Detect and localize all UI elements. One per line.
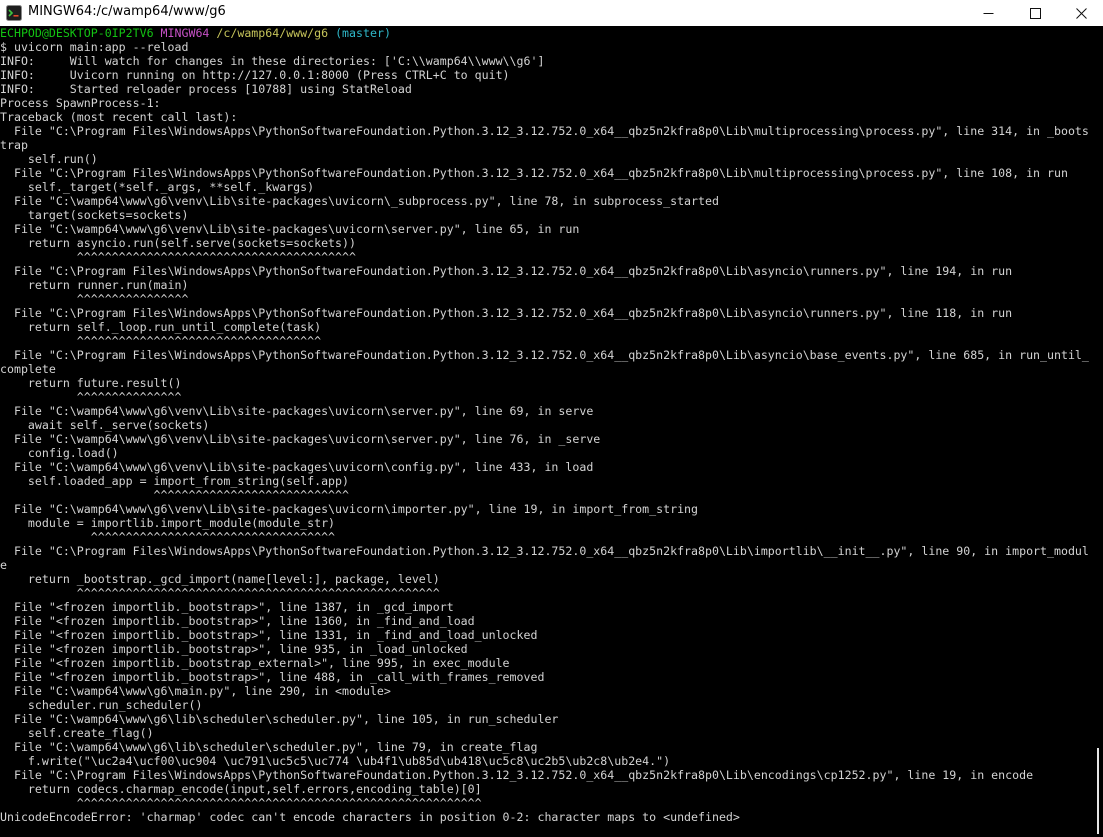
terminal-line: File "C:\Program Files\WindowsApps\Pytho… bbox=[0, 264, 1013, 278]
terminal-line: Traceback (most recent call last): bbox=[0, 110, 238, 124]
terminal-line: module = importlib.import_module(module_… bbox=[0, 516, 336, 530]
terminal-line: ^^^^^^^^^^^^^^^^ bbox=[0, 292, 189, 306]
terminal-line: File "<frozen importlib._bootstrap>", li… bbox=[0, 670, 545, 684]
terminal-line: File "C:\wamp64\www\g6\venv\Lib\site-pac… bbox=[0, 432, 601, 446]
terminal-line: ^^^^^^^^^^^^^^^^^^^^^^^^^^^^^^^^^^^ bbox=[0, 334, 322, 348]
terminal-line: target(sockets=sockets) bbox=[0, 208, 189, 222]
terminal-line: return _bootstrap._gcd_import(name[level… bbox=[0, 572, 440, 586]
terminal-line: $ uvicorn main:app --reload bbox=[0, 40, 189, 54]
terminal-line: File "C:\wamp64\www\g6\venv\Lib\site-pac… bbox=[0, 222, 580, 236]
prompt-path: /c/wamp64/www/g6 bbox=[216, 26, 329, 40]
close-icon bbox=[1075, 7, 1087, 19]
terminal-line: INFO: Will watch for changes in these di… bbox=[0, 54, 545, 68]
terminal-line: UnicodeEncodeError: 'charmap' codec can'… bbox=[0, 810, 740, 824]
terminal-line: File "<frozen importlib._bootstrap>", li… bbox=[0, 600, 454, 614]
terminal-line: File "<frozen importlib._bootstrap>", li… bbox=[0, 614, 475, 628]
prompt-line: ECHPOD@DESKTOP-0IP2TV6 MINGW64 /c/wamp64… bbox=[0, 26, 391, 40]
terminal-line: File "C:\Program Files\WindowsApps\Pytho… bbox=[0, 768, 1034, 782]
terminal-line: File "C:\wamp64\www\g6\lib\scheduler\sch… bbox=[0, 740, 538, 754]
scrollbar-thumb[interactable] bbox=[1097, 748, 1099, 834]
terminal-line: ^^^^^^^^^^^^^^^^^^^^^^^^^^^^ bbox=[0, 488, 350, 502]
terminal-line: File "C:\Program Files\WindowsApps\Pytho… bbox=[0, 166, 1068, 180]
minimize-icon bbox=[983, 12, 993, 14]
terminal-line: f.write("\uc2a4\ucf00\uc904 \uc791\uc5c5… bbox=[0, 754, 671, 768]
vertical-scrollbar[interactable] bbox=[1094, 26, 1103, 837]
terminal-line: File "C:\Program Files\WindowsApps\Pytho… bbox=[0, 124, 1089, 138]
maximize-button[interactable] bbox=[1012, 0, 1058, 26]
terminal-line: INFO: Uvicorn running on http://127.0.0.… bbox=[0, 68, 510, 82]
title-bar[interactable]: MINGW64:/c/wamp64/www/g6 bbox=[0, 0, 1103, 26]
terminal-line: return asyncio.run(self.serve(sockets=so… bbox=[0, 236, 356, 250]
terminal-line: await self._serve(sockets) bbox=[0, 418, 210, 432]
terminal-line: return codecs.charmap_encode(input,self.… bbox=[0, 782, 482, 796]
terminal-line: File "C:\Program Files\WindowsApps\Pytho… bbox=[0, 348, 1089, 362]
terminal-line: File "C:\wamp64\www\g6\main.py", line 29… bbox=[0, 684, 391, 698]
terminal-line: scheduler.run_scheduler() bbox=[0, 698, 203, 712]
git-bash-icon bbox=[6, 5, 22, 21]
terminal-line: File "<frozen importlib._bootstrap_exter… bbox=[0, 656, 510, 670]
window-title: MINGW64:/c/wamp64/www/g6 bbox=[28, 4, 226, 19]
minimize-button[interactable] bbox=[965, 0, 1011, 26]
terminal-line: self._target(*self._args, **self._kwargs… bbox=[0, 180, 315, 194]
terminal-line: return future.result() bbox=[0, 376, 182, 390]
maximize-icon bbox=[1029, 7, 1041, 19]
terminal-line: ^^^^^^^^^^^^^^^^^^^^^^^^^^^^^^^^^^^^^^^^… bbox=[0, 796, 482, 810]
terminal-line: File "<frozen importlib._bootstrap>", li… bbox=[0, 642, 468, 656]
close-button[interactable] bbox=[1058, 0, 1103, 26]
terminal-line: self.create_flag() bbox=[0, 726, 154, 740]
terminal-line: File "C:\wamp64\www\g6\lib\scheduler\sch… bbox=[0, 712, 559, 726]
terminal-line: ^^^^^^^^^^^^^^^^^^^^^^^^^^^^^^^^^^^ bbox=[0, 530, 336, 544]
terminal-line: File "C:\wamp64\www\g6\venv\Lib\site-pac… bbox=[0, 404, 594, 418]
prompt-user-host: ECHPOD@DESKTOP-0IP2TV6 bbox=[0, 26, 154, 40]
terminal-line: File "C:\wamp64\www\g6\venv\Lib\site-pac… bbox=[0, 194, 719, 208]
terminal-line: ^^^^^^^^^^^^^^^^^^^^^^^^^^^^^^^^^^^^^^^^… bbox=[0, 586, 440, 600]
prompt-shell: MINGW64 bbox=[160, 26, 210, 40]
terminal-line: File "C:\Program Files\WindowsApps\Pytho… bbox=[0, 306, 1013, 320]
terminal-line: Process SpawnProcess-1: bbox=[0, 96, 161, 110]
terminal-line: File "C:\wamp64\www\g6\venv\Lib\site-pac… bbox=[0, 502, 699, 516]
terminal-output[interactable]: ECHPOD@DESKTOP-0IP2TV6 MINGW64 /c/wamp64… bbox=[0, 26, 1092, 837]
terminal-line: config.load() bbox=[0, 446, 119, 460]
terminal-line: return runner.run(main) bbox=[0, 278, 189, 292]
prompt-branch: (master) bbox=[335, 26, 391, 40]
terminal-line: trap bbox=[0, 138, 28, 152]
terminal-line: complete bbox=[0, 362, 56, 376]
terminal-line: ^^^^^^^^^^^^^^^^^^^^^^^^^^^^^^^^^^^^^^^^ bbox=[0, 250, 356, 264]
terminal-line: INFO: Started reloader process [10788] u… bbox=[0, 82, 412, 96]
terminal-line: e bbox=[0, 558, 7, 572]
terminal-line: self.loaded_app = import_from_string(sel… bbox=[0, 474, 350, 488]
terminal-line: File "C:\Program Files\WindowsApps\Pytho… bbox=[0, 544, 1089, 558]
terminal-line: return self._loop.run_until_complete(tas… bbox=[0, 320, 322, 334]
terminal-line: self.run() bbox=[0, 152, 98, 166]
terminal-line: File "<frozen importlib._bootstrap>", li… bbox=[0, 628, 538, 642]
terminal-line: File "C:\wamp64\www\g6\venv\Lib\site-pac… bbox=[0, 460, 594, 474]
terminal-line: ^^^^^^^^^^^^^^^ bbox=[0, 390, 182, 404]
